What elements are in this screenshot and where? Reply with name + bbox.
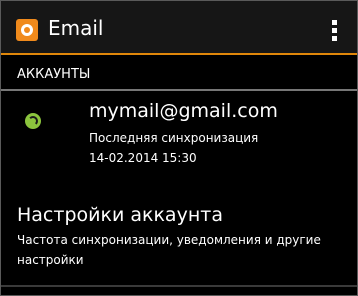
sync-label: Последняя синхронизация <box>89 131 259 145</box>
section-label: АККАУНТЫ <box>17 67 91 82</box>
sync-icon <box>25 113 41 129</box>
sync-time: 14-02.2014 15:30 <box>89 151 197 165</box>
account-email: mymail@gmail.com <box>89 100 278 122</box>
overflow-dot <box>332 20 337 25</box>
overflow-dot <box>332 28 337 33</box>
action-bar: Email <box>1 1 357 55</box>
account-item[interactable]: mymail@gmail.com Последняя синхронизация… <box>1 93 357 187</box>
account-settings-item[interactable]: Настройки аккаунта Частота синхронизации… <box>1 197 357 287</box>
gear-shape <box>21 24 33 36</box>
email-screen: Email АККАУНТЫ mymail@gmail.com Последня… <box>0 0 358 296</box>
account-sync-status: Последняя синхронизация 14-02.2014 15:30 <box>89 128 258 168</box>
account-settings-description: Частота синхронизации, уведомления и дру… <box>17 233 321 267</box>
app-title: Email <box>48 16 104 40</box>
settings-gear-icon[interactable] <box>16 19 38 41</box>
account-settings-title: Настройки аккаунта <box>17 204 223 226</box>
overflow-menu-icon[interactable] <box>329 18 341 44</box>
overflow-dot <box>332 36 337 41</box>
accounts-section-header: АККАУНТЫ <box>1 55 357 91</box>
